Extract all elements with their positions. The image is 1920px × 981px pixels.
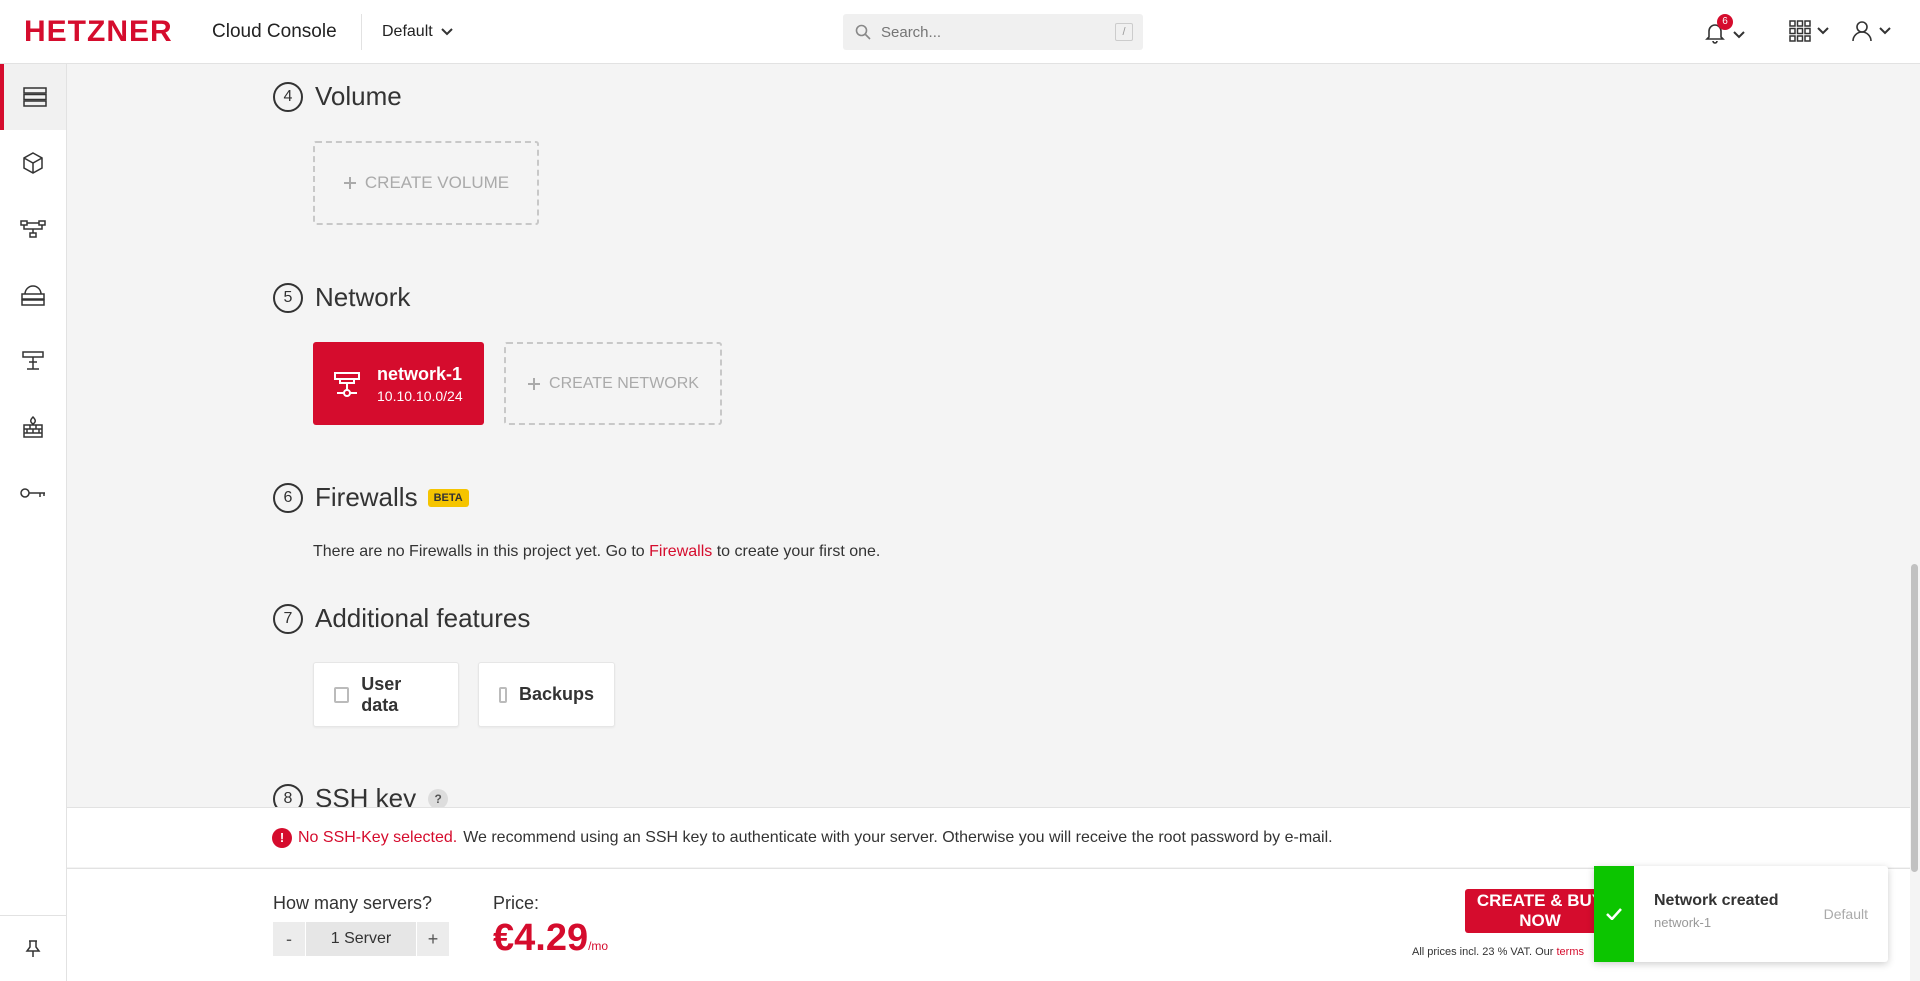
- section-title: Volume: [315, 81, 402, 111]
- user-menu-button[interactable]: [1851, 20, 1891, 42]
- chevron-down-icon: [440, 28, 453, 36]
- step-number: 6: [273, 482, 303, 513]
- firewalls-empty-message: There are no Firewalls in this project y…: [313, 543, 880, 561]
- price-display: €4.29/mo: [493, 917, 608, 960]
- cube-icon: [23, 152, 43, 174]
- increment-button[interactable]: +: [417, 922, 449, 956]
- step-number: 4: [273, 81, 303, 112]
- firewalls-text-after: to create your first one.: [712, 543, 881, 560]
- backups-label: Backups: [518, 684, 594, 704]
- pin-icon: [25, 939, 41, 957]
- sidebar-item-floating-ips[interactable]: [0, 328, 66, 394]
- sidebar-item-networks[interactable]: [0, 196, 66, 262]
- network-cidr: 10.10.10.0/24: [377, 387, 463, 404]
- network-icon: [20, 220, 46, 238]
- alert-icon: !: [272, 827, 292, 848]
- user-data-option[interactable]: User data: [313, 662, 459, 727]
- sidebar-item-images[interactable]: [0, 130, 66, 196]
- key-icon: [20, 488, 45, 498]
- decrement-button[interactable]: -: [273, 922, 305, 956]
- toast-title: Network created: [1654, 892, 1779, 909]
- load-balancer-icon: [21, 285, 45, 306]
- create-volume-label: CREATE VOLUME: [364, 173, 510, 192]
- chevron-down-icon: [1879, 27, 1891, 35]
- price-amount: €4.29: [493, 917, 589, 959]
- create-volume-button[interactable]: CREATE VOLUME: [313, 141, 539, 225]
- floating-ip-icon: [22, 351, 44, 370]
- sidebar-pin-button[interactable]: [0, 915, 66, 981]
- create-network-button[interactable]: CREATE NETWORK: [504, 342, 722, 425]
- price-label: Price:: [493, 893, 540, 913]
- terms-link[interactable]: terms: [1556, 946, 1584, 958]
- sidebar-item-security[interactable]: [0, 460, 66, 526]
- user-icon: [1852, 21, 1872, 42]
- firewall-icon: [23, 415, 43, 438]
- grid-icon: [1789, 20, 1811, 42]
- backups-option[interactable]: Backups: [478, 662, 615, 727]
- header-divider: [361, 14, 362, 50]
- volume-section-header: 4 Volume: [273, 81, 402, 112]
- firewalls-link[interactable]: Firewalls: [649, 543, 712, 560]
- toast-subtitle: network-1: [1654, 915, 1712, 930]
- chevron-down-icon: [1733, 30, 1745, 38]
- price-period: /mo: [588, 939, 609, 953]
- additional-features-section-header: 7 Additional features: [273, 603, 530, 634]
- hetzner-logo[interactable]: HETZNER: [24, 17, 173, 47]
- search-input[interactable]: [881, 23, 1101, 41]
- step-number: 7: [273, 603, 303, 634]
- vat-note: All prices incl. 23 % VAT. Our terms: [1412, 946, 1584, 958]
- server-count-value: 1 Server: [306, 922, 416, 956]
- section-title: Additional features: [315, 603, 531, 633]
- network-switch-icon: [334, 371, 360, 397]
- toast-notification[interactable]: Network created network-1 Default: [1594, 866, 1888, 962]
- plus-icon: [528, 377, 541, 390]
- app-title: Cloud Console: [212, 21, 337, 42]
- help-icon[interactable]: ?: [428, 788, 449, 809]
- search-icon: [855, 24, 871, 40]
- ssh-warning-bar: ! No SSH-Key selected. We recommend usin…: [67, 807, 1910, 867]
- section-title: Firewalls: [315, 482, 418, 512]
- network-card-selected[interactable]: network-1 10.10.10.0/24: [313, 342, 484, 425]
- network-section-header: 5 Network: [273, 282, 410, 313]
- checkmark-icon: [1606, 908, 1622, 920]
- sidebar-item-load-balancers[interactable]: [0, 262, 66, 328]
- sidebar-item-firewalls[interactable]: [0, 394, 66, 460]
- sidebar: [0, 64, 67, 981]
- user-data-checkbox[interactable]: [334, 686, 350, 703]
- project-selector[interactable]: Default: [382, 20, 453, 44]
- sidebar-item-servers[interactable]: [0, 64, 66, 130]
- search-shortcut-hint: /: [1115, 23, 1133, 41]
- create-network-label: CREATE NETWORK: [549, 374, 699, 392]
- vat-text: All prices incl. 23 % VAT. Our: [1412, 946, 1557, 958]
- notifications-button[interactable]: 6: [1703, 14, 1745, 49]
- step-number: 5: [273, 282, 303, 313]
- backups-checkbox[interactable]: [499, 686, 507, 703]
- apps-menu-button[interactable]: [1789, 20, 1829, 42]
- create-and-buy-button[interactable]: CREATE & BUY NOW: [1465, 889, 1615, 933]
- toast-project: Default: [1823, 906, 1868, 922]
- firewalls-section-header: 6 Firewalls BETA: [273, 482, 469, 513]
- plus-icon: [343, 177, 356, 189]
- page-scrollbar[interactable]: [1910, 64, 1920, 981]
- scrollbar-thumb[interactable]: [1911, 564, 1918, 872]
- project-name: Default: [382, 23, 433, 40]
- beta-badge: BETA: [427, 488, 469, 507]
- server-count-stepper: - 1 Server +: [273, 922, 449, 956]
- search-bar[interactable]: /: [843, 14, 1143, 50]
- network-name: network-1: [377, 363, 463, 384]
- warning-title: No SSH-Key selected.: [298, 828, 458, 846]
- toast-status-stripe: [1594, 866, 1634, 962]
- top-header: HETZNER Cloud Console Default / 6: [0, 0, 1920, 64]
- user-data-label: User data: [361, 673, 402, 715]
- servers-icon: [23, 87, 47, 107]
- firewalls-text-before: There are no Firewalls in this project y…: [313, 543, 650, 560]
- server-count-label: How many servers?: [273, 893, 433, 913]
- chevron-down-icon: [1817, 27, 1829, 35]
- section-title: Network: [315, 282, 411, 312]
- warning-text: We recommend using an SSH key to authent…: [463, 828, 1333, 846]
- notification-badge: 6: [1717, 14, 1733, 30]
